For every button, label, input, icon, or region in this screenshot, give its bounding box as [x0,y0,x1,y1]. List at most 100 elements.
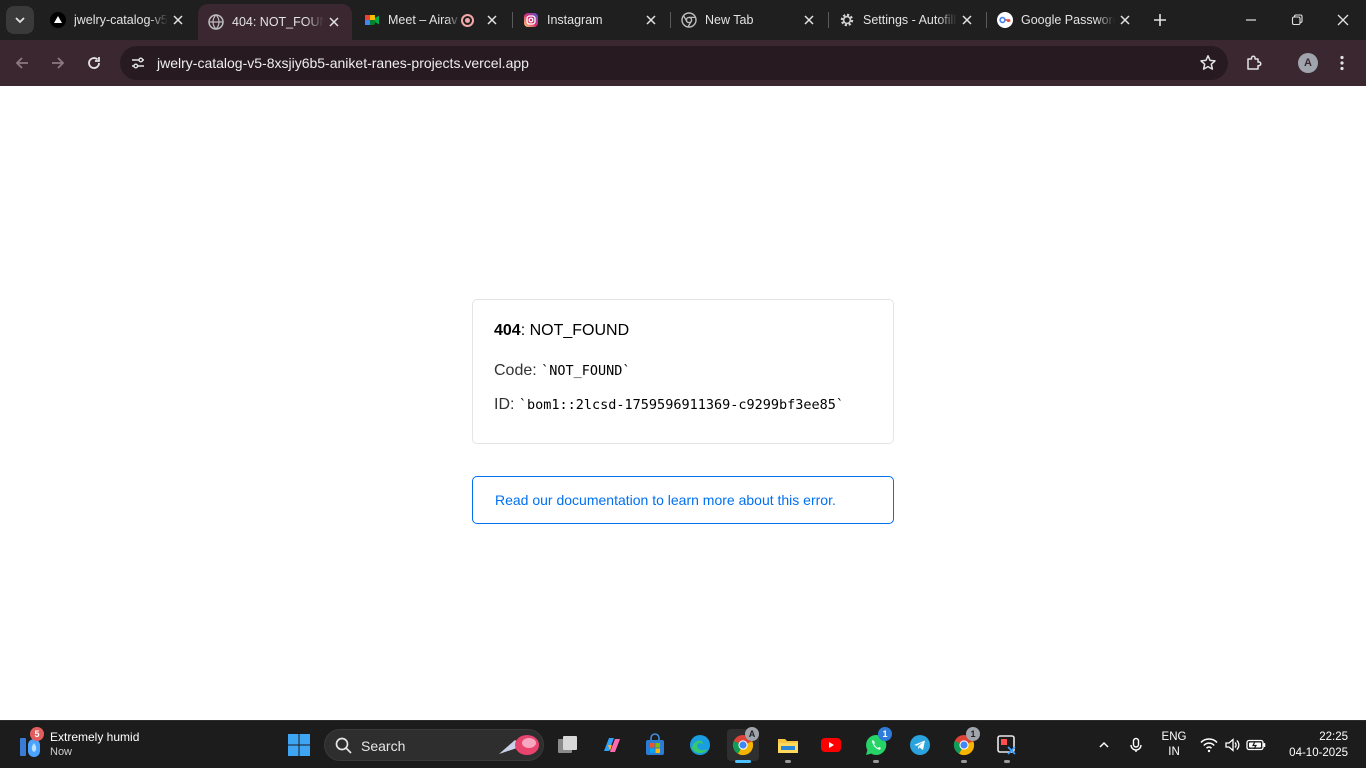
taskbar-chrome-active[interactable]: A [727,727,759,761]
chevron-down-icon [15,17,25,24]
close-tab-icon[interactable] [799,10,819,30]
running-app-indicator [961,760,967,763]
gear-icon [839,12,855,28]
start-button[interactable] [283,729,315,761]
documentation-link[interactable]: Read our documentation to learn more abo… [495,492,836,508]
close-tab-icon[interactable] [641,10,661,30]
clock-date: 04-10-2025 [1289,747,1348,759]
close-tab-icon[interactable] [324,12,344,32]
search-placeholder: Search [361,738,406,754]
back-button[interactable] [8,49,36,77]
close-tab-icon[interactable] [168,10,188,30]
instagram-icon [523,12,539,28]
tune-icon [132,57,144,69]
search-icon [335,737,352,754]
globe-icon [208,14,224,30]
more-vert-icon [1340,55,1344,71]
chrome-menu-button[interactable] [1336,53,1348,73]
copilot-icon [604,738,620,752]
vercel-triangle-icon [50,12,66,28]
error-status-text: : NOT_FOUND [520,322,630,339]
system-clock[interactable]: 22:25 04-10-2025 [1289,729,1348,761]
arrow-left-icon [15,57,28,69]
show-hidden-icons-button[interactable] [1088,729,1120,761]
close-tab-icon[interactable] [957,10,977,30]
microphone-button[interactable] [1120,729,1152,761]
chrome-icon [681,12,697,28]
error-id-value: `bom1::2lcsd-1759596911369-c9299bf3ee85` [518,397,844,413]
address-bar[interactable]: jwelry-catalog-v5-8xsjiy6b5-aniket-ranes… [120,46,1228,80]
store-icon [646,733,664,755]
restore-button[interactable] [1274,0,1320,40]
tab-jwelry-catalog[interactable]: jwelry-catalog-v5 [40,0,196,40]
taskbar-snipping-tool[interactable] [991,729,1023,761]
microphone-icon [1130,737,1142,752]
tab-404-not-found[interactable]: 404: NOT_FOUND [198,4,352,40]
task-view-button[interactable] [552,729,584,761]
error-id-line: ID: `bom1::2lcsd-1759596911369-c9299bf3e… [494,396,872,414]
language-text: ENG [1161,731,1187,743]
edge-icon [690,735,710,755]
search-highlight-icon [499,735,539,755]
tab-title: Google Password [1021,13,1115,27]
tab-google-password-manager[interactable]: Google Password [987,0,1143,40]
close-icon [1337,14,1349,26]
close-tab-icon[interactable] [1115,10,1135,30]
minimize-button[interactable] [1228,0,1274,40]
documentation-box: Read our documentation to learn more abo… [472,476,894,524]
taskbar-chrome-secondary[interactable]: 1 [948,727,980,761]
page-content: 404: NOT_FOUND Code: `NOT_FOUND` ID: `bo… [0,87,1366,720]
site-info-button[interactable] [126,51,150,75]
clock-time: 22:25 [1319,731,1348,743]
active-app-indicator [735,760,751,763]
whatsapp-notification-badge: 1 [878,727,892,741]
error-id-label: ID: [494,396,519,413]
taskbar-youtube[interactable] [815,729,847,761]
taskbar-telegram[interactable] [904,729,936,761]
close-window-button[interactable] [1320,0,1366,40]
tab-title: Settings - Autofill [863,13,957,27]
taskbar-copilot[interactable] [596,729,628,761]
weather-subtitle: Now [50,746,73,758]
new-tab-button[interactable] [1148,8,1172,32]
battery-charging-icon [1246,739,1266,751]
tab-new-tab[interactable]: New Tab [671,0,827,40]
extensions-button[interactable] [1242,51,1266,75]
quick-settings-button[interactable] [1198,729,1268,761]
profile-avatar[interactable]: A [1298,53,1318,73]
reload-button[interactable] [80,49,108,77]
recording-icon [461,13,474,27]
taskbar-whatsapp[interactable]: 1 [860,727,892,761]
windows-logo-icon [288,734,310,756]
restore-icon [1291,14,1303,26]
running-app-indicator [1004,760,1010,763]
snipping-tool-icon [997,735,1016,755]
input-language-indicator[interactable]: ENG IN [1158,730,1190,760]
url-text[interactable]: jwelry-catalog-v5-8xsjiy6b5-aniket-ranes… [157,55,529,71]
taskbar-search-box[interactable]: Search [324,729,544,761]
youtube-icon [821,738,841,752]
folder-icon [778,739,798,753]
bookmark-button[interactable] [1198,53,1218,73]
forward-button[interactable] [44,49,72,77]
telegram-icon [910,735,930,755]
tab-title: Meet – Airav [388,13,458,27]
error-code-line: Code: `NOT_FOUND` [494,362,872,380]
tab-settings-autofill[interactable]: Settings - Autofill [829,0,985,40]
volume-icon [1225,738,1240,752]
chrome-profile-badge: A [745,727,759,741]
puzzle-icon [1247,55,1262,70]
weather-widget[interactable]: 5 Extremely humid Now [16,727,186,763]
google-password-manager-icon [997,12,1013,28]
browser-toolbar: jwelry-catalog-v5-8xsjiy6b5-aniket-ranes… [0,40,1366,86]
close-tab-icon[interactable] [482,10,502,30]
chevron-up-icon [1099,741,1109,748]
taskbar-file-explorer[interactable] [772,729,804,761]
running-app-indicator [785,760,791,763]
tab-google-meet[interactable]: Meet – Airav [354,0,510,40]
tab-instagram[interactable]: Instagram [513,0,669,40]
weather-alert-badge: 5 [30,727,44,741]
taskbar-microsoft-store[interactable] [639,729,671,761]
tab-search-button[interactable] [6,6,34,34]
taskbar-edge[interactable] [684,729,716,761]
